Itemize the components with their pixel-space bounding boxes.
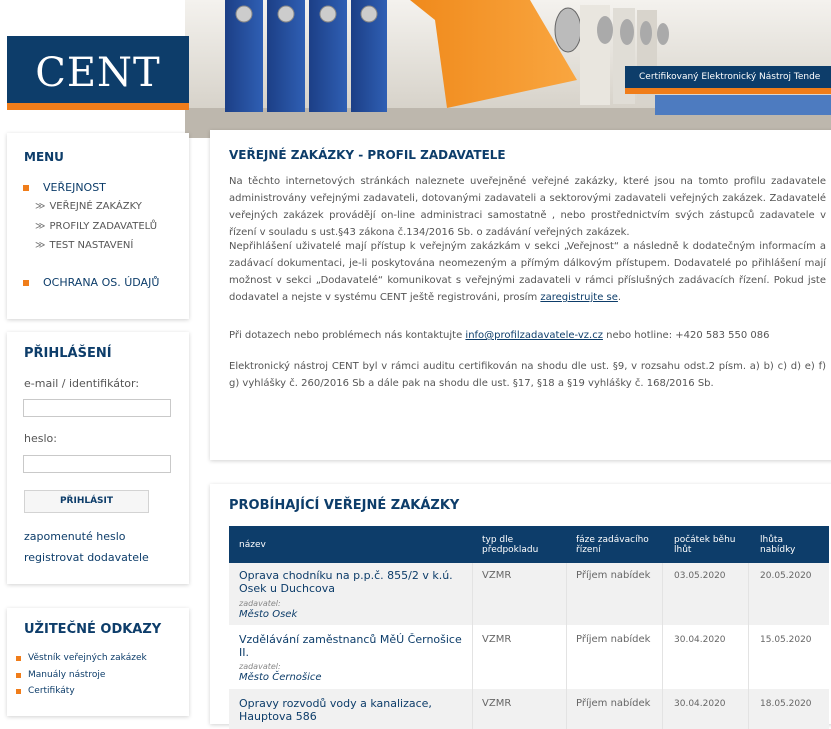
double-chevron-icon: ≫ <box>35 201 46 212</box>
hotline-text: nebo hotline: +420 583 550 086 <box>606 330 770 341</box>
useful-link[interactable]: Manuály nástroje <box>16 670 105 680</box>
login-panel: PŘIHLÁŠENÍ e-mail / identifikátor: heslo… <box>7 332 189 584</box>
tender-type: VZMR <box>482 634 512 645</box>
column-divider <box>566 563 567 625</box>
bullet-square-icon <box>16 672 21 678</box>
column-divider <box>662 625 663 689</box>
menu-item-label: VEŘEJNOST <box>43 181 106 194</box>
useful-links-title: UŽITEČNÉ ODKAZY <box>24 622 162 637</box>
column-divider <box>566 689 567 729</box>
cent-logo[interactable]: CENT <box>7 36 189 110</box>
intro-paragraph: Na těchto internetových stránkách nalezn… <box>229 176 826 238</box>
buyer-label: zadavatel: <box>239 662 281 671</box>
column-divider <box>662 563 663 625</box>
register-link[interactable]: zaregistrujte se <box>540 292 618 303</box>
column-header-deadline[interactable]: lhůta nabídky <box>760 526 820 563</box>
intro-paragraph: Nepřihlášení uživatelé mají přístup k ve… <box>229 238 826 306</box>
bullet-square-icon <box>16 655 21 661</box>
table-row[interactable]: Oprava chodníku na p.p.č. 855/2 v k.ú. O… <box>229 563 829 625</box>
double-chevron-icon: ≫ <box>35 240 46 251</box>
buyer-name: Město Osek <box>239 609 298 620</box>
bullet-square-icon <box>16 688 21 694</box>
useful-link[interactable]: Certifikáty <box>16 686 75 696</box>
tagline-underline <box>625 88 831 94</box>
tender-name-link[interactable]: Opravy rozvodů vody a kanalizace, Haupto… <box>239 697 467 723</box>
paragraph-end: . <box>617 292 622 303</box>
useful-link-label: Certifikáty <box>28 686 75 696</box>
intro-panel: VEŘEJNÉ ZAKÁZKY - PROFIL ZADAVATELE Na t… <box>210 130 831 460</box>
useful-link-label: Věstník veřejných zakázek <box>28 653 147 663</box>
column-divider <box>472 625 473 689</box>
menu-panel: MENU VEŘEJNOST ≫ VEŘEJNÉ ZAKÁZKY ≫ PROFI… <box>7 133 189 319</box>
column-header-name[interactable]: název <box>239 526 469 563</box>
column-divider <box>472 563 473 625</box>
menu-item-verejnost[interactable]: VEŘEJNOST <box>23 181 106 194</box>
useful-link[interactable]: Věstník veřejných zakázek <box>16 653 147 663</box>
email-label: e-mail / identifikátor: <box>24 377 140 390</box>
tender-start-date: 03.05.2020 <box>674 571 726 581</box>
tender-type: VZMR <box>482 570 512 581</box>
tender-start-date: 30.04.2020 <box>674 635 726 645</box>
column-divider <box>748 689 749 729</box>
certification-paragraph: Elektronický nástroj CENT byl v rámci au… <box>229 361 826 389</box>
tender-phase: Příjem nabídek <box>576 570 651 581</box>
useful-link-label: Manuály nástroje <box>28 670 106 680</box>
password-label: heslo: <box>24 432 57 445</box>
email-field[interactable] <box>23 399 171 417</box>
column-header-start[interactable]: počátek běhu lhůt <box>674 526 744 563</box>
tender-deadline: 20.05.2020 <box>760 571 812 581</box>
email-link[interactable]: info@profilzadavatele-vz.cz <box>465 330 603 341</box>
bullet-square-icon <box>23 279 29 286</box>
column-divider <box>662 689 663 729</box>
login-title: PŘIHLÁŠENÍ <box>24 346 112 361</box>
paragraph-text: Nepřihlášení uživatelé mají přístup k ve… <box>229 241 826 303</box>
buyer-label: zadavatel: <box>239 599 281 608</box>
logo-underline <box>7 103 189 110</box>
forgot-password-link[interactable]: zapomenuté heslo <box>24 530 126 543</box>
password-field[interactable] <box>23 455 171 473</box>
register-supplier-link[interactable]: registrovat dodavatele <box>24 551 149 564</box>
column-header-type[interactable]: typ dle předpokladu <box>482 526 562 563</box>
table-header: název typ dle předpokladu fáze zadávacíh… <box>229 526 829 563</box>
column-divider <box>472 689 473 729</box>
tender-name-link[interactable]: Vzdělávání zaměstnanců MěÚ Černošice II. <box>239 633 467 659</box>
menu-item-profily-zadavatelu[interactable]: ≫ PROFILY ZADAVATELŮ <box>35 221 157 232</box>
buyer-name: Město Černošice <box>239 672 322 683</box>
double-chevron-icon: ≫ <box>35 221 46 232</box>
bullet-square-icon <box>23 184 29 191</box>
tender-deadline: 18.05.2020 <box>760 699 812 709</box>
menu-title: MENU <box>24 150 64 164</box>
contact-paragraph: Při dotazech nebo problémech nás kontakt… <box>229 327 826 344</box>
page-title: VEŘEJNÉ ZAKÁZKY - PROFIL ZADAVATELE <box>229 148 506 162</box>
menu-item-label: OCHRANA OS. ÚDAJŮ <box>43 276 160 289</box>
menu-item-ochrana-udaju[interactable]: OCHRANA OS. ÚDAJŮ <box>23 276 159 289</box>
column-divider <box>748 625 749 689</box>
column-divider <box>566 625 567 689</box>
tenders-panel: PROBÍHAJÍCÍ VEŘEJNÉ ZAKÁZKY název typ dl… <box>210 484 831 729</box>
column-header-phase[interactable]: fáze zadávacího řízení <box>576 526 656 563</box>
menu-item-label: PROFILY ZADAVATELŮ <box>49 221 158 232</box>
tender-deadline: 15.05.2020 <box>760 635 812 645</box>
tender-start-date: 30.04.2020 <box>674 699 726 709</box>
tagline: Certifikovaný Elektronický Nástroj Tende <box>625 66 831 88</box>
menu-item-test-nastaveni[interactable]: ≫ TEST NASTAVENÍ <box>35 240 133 251</box>
menu-item-label: VEŘEJNÉ ZAKÁZKY <box>49 201 142 212</box>
useful-links-panel: UŽITEČNÉ ODKAZY Věstník veřejných zakáze… <box>7 608 189 716</box>
tender-type: VZMR <box>482 698 512 709</box>
login-button[interactable]: PŘIHLÁSIT <box>24 490 149 513</box>
tender-name-link[interactable]: Oprava chodníku na p.p.č. 855/2 v k.ú. O… <box>239 569 467 595</box>
menu-item-verejne-zakazky[interactable]: ≫ VEŘEJNÉ ZAKÁZKY <box>35 201 142 212</box>
column-divider <box>748 563 749 625</box>
tender-phase: Příjem nabídek <box>576 698 651 709</box>
tender-phase: Příjem nabídek <box>576 634 651 645</box>
logo-text: CENT <box>35 50 161 96</box>
table-row[interactable]: Opravy rozvodů vody a kanalizace, Haupto… <box>229 689 829 729</box>
tenders-title: PROBÍHAJÍCÍ VEŘEJNÉ ZAKÁZKY <box>229 498 460 513</box>
paragraph-text: Při dotazech nebo problémech nás kontakt… <box>229 330 463 341</box>
table-row[interactable]: Vzdělávání zaměstnanců MěÚ Černošice II.… <box>229 625 829 689</box>
menu-item-label: TEST NASTAVENÍ <box>49 240 134 251</box>
